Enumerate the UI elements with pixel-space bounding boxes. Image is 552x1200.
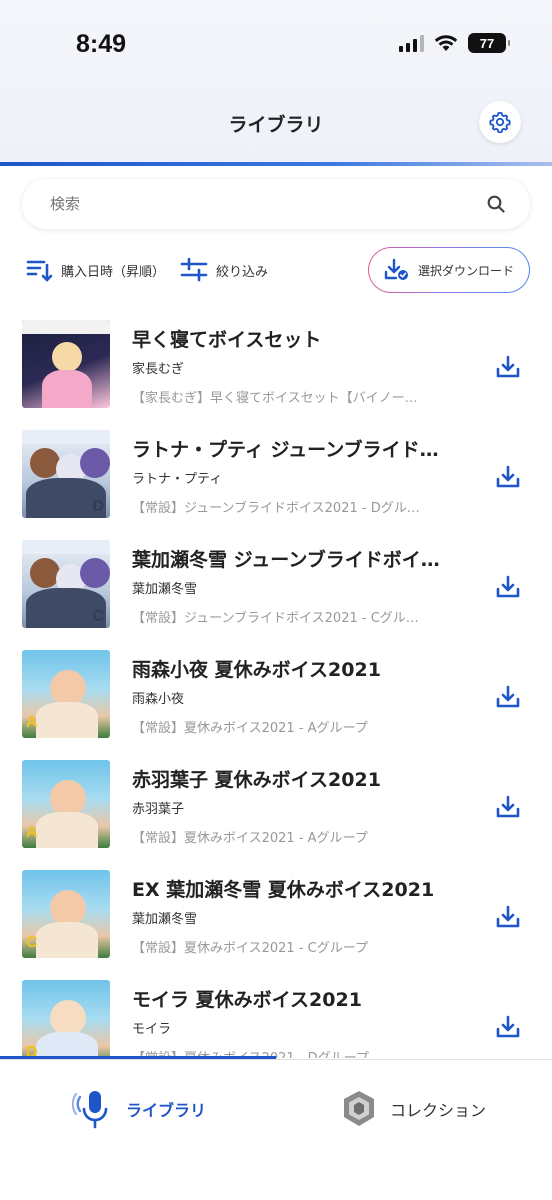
- download-button[interactable]: [494, 353, 522, 381]
- item-thumbnail: A: [22, 760, 110, 848]
- collection-badge-icon: [344, 1091, 374, 1126]
- page-title: ライブラリ: [228, 114, 324, 136]
- group-badge: A: [26, 824, 38, 841]
- item-author: 葉加瀬冬雪: [132, 582, 198, 597]
- download-icon: [496, 465, 520, 488]
- item-description: 【家長むぎ】早く寝てボイスセット【バイノー…: [132, 391, 418, 406]
- sort-button[interactable]: 購入日時（昇順）: [25, 247, 165, 293]
- sort-label: 購入日時（昇順）: [61, 264, 166, 280]
- settings-button[interactable]: [479, 101, 521, 143]
- select-download-label: 選択ダウンロード: [417, 263, 514, 278]
- download-button[interactable]: [494, 1013, 522, 1041]
- item-title: ラトナ・プティ ジューンブライド…: [132, 439, 439, 461]
- download-icon: [496, 1015, 520, 1038]
- download-icon: [496, 795, 520, 818]
- tab-library-label: ライブラリ: [126, 1101, 207, 1120]
- item-thumbnail: A: [22, 650, 110, 738]
- item-title: 雨森小夜 夏休みボイス2021: [132, 659, 381, 681]
- list-item[interactable]: A 雨森小夜 夏休みボイス2021 雨森小夜 【常設】夏休みボイス2021 - …: [0, 640, 552, 750]
- filter-label: 絞り込み: [216, 264, 269, 280]
- item-author: モイラ: [132, 1022, 172, 1037]
- search-bar[interactable]: [22, 179, 530, 229]
- list-item[interactable]: C EX 葉加瀬冬雪 夏休みボイス2021 葉加瀬冬雪 【常設】夏休みボイス20…: [0, 860, 552, 970]
- item-thumbnail: D: [22, 980, 110, 1058]
- gear-icon: [489, 111, 511, 134]
- item-thumbnail: C: [22, 870, 110, 958]
- list-item[interactable]: C 葉加瀬冬雪 ジューンブライドボイ… 葉加瀬冬雪 【常設】ジューンブライドボイ…: [0, 530, 552, 640]
- item-title: EX 葉加瀬冬雪 夏休みボイス2021: [132, 879, 435, 901]
- cellular-signal-icon: [399, 34, 424, 52]
- filter-button[interactable]: 絞り込み: [180, 247, 268, 293]
- list-item[interactable]: D ラトナ・プティ ジューンブライド… ラトナ・プティ 【常設】ジューンブライド…: [0, 420, 552, 530]
- bottom-tab-bar: ライブラリ コレクション: [0, 1059, 552, 1200]
- item-author: 赤羽葉子: [132, 802, 185, 817]
- search-input[interactable]: [50, 195, 486, 213]
- toolbar: 購入日時（昇順） 絞り込み 選択ダウンロード: [22, 247, 530, 293]
- item-thumbnail: D: [22, 430, 110, 518]
- select-download-button[interactable]: 選択ダウンロード: [368, 247, 530, 293]
- item-description: 【常設】夏休みボイス2021 - Aグループ: [132, 831, 368, 846]
- item-author: ラトナ・プティ: [132, 472, 223, 487]
- group-badge: D: [92, 498, 104, 515]
- download-icon: [496, 685, 520, 708]
- item-description: 【常設】夏休みボイス2021 - Cグループ: [132, 941, 368, 956]
- tab-library[interactable]: ライブラリ: [72, 1084, 206, 1134]
- header-divider: [0, 162, 552, 166]
- filter-sliders-icon: [180, 257, 208, 282]
- download-button[interactable]: [494, 903, 522, 931]
- download-button[interactable]: [494, 573, 522, 601]
- group-badge: A: [26, 714, 38, 731]
- download-icon: [496, 905, 520, 928]
- microphone-icon: [72, 1091, 108, 1129]
- download-icon: [496, 575, 520, 598]
- item-author: 家長むぎ: [132, 362, 185, 377]
- battery-indicator: 77: [468, 33, 510, 53]
- tab-collection-label: コレクション: [390, 1101, 487, 1120]
- item-description: 【常設】ジューンブライドボイス2021 - Dグル…: [132, 501, 420, 516]
- group-badge: C: [26, 934, 38, 951]
- list-item[interactable]: D モイラ 夏休みボイス2021 モイラ 【常設】夏休みボイス2021 - Dグ…: [0, 970, 552, 1058]
- status-time: 8:49: [76, 30, 127, 58]
- list-item[interactable]: 早く寝てボイスセット 家長むぎ 【家長むぎ】早く寝てボイスセット【バイノー…: [0, 310, 552, 420]
- search-icon[interactable]: [486, 194, 506, 214]
- sort-icon: [26, 260, 53, 282]
- status-icons: 77: [399, 33, 510, 53]
- list-item[interactable]: A 赤羽葉子 夏休みボイス2021 赤羽葉子 【常設】夏休みボイス2021 - …: [0, 750, 552, 860]
- item-description: 【常設】夏休みボイス2021 - Aグループ: [132, 721, 368, 736]
- tab-collection[interactable]: コレクション: [338, 1084, 486, 1134]
- wifi-icon: [434, 35, 458, 51]
- item-title: 早く寝てボイスセット: [132, 329, 322, 351]
- item-thumbnail: [22, 320, 110, 408]
- download-icon: [496, 355, 520, 378]
- item-thumbnail: C: [22, 540, 110, 628]
- download-check-icon: [384, 258, 408, 280]
- download-button[interactable]: [494, 793, 522, 821]
- download-button[interactable]: [494, 683, 522, 711]
- item-author: 雨森小夜: [132, 692, 185, 707]
- item-author: 葉加瀬冬雪: [132, 912, 198, 927]
- item-title: モイラ 夏休みボイス2021: [132, 989, 362, 1011]
- library-list: 早く寝てボイスセット 家長むぎ 【家長むぎ】早く寝てボイスセット【バイノー… D…: [0, 310, 552, 1058]
- download-button[interactable]: [494, 463, 522, 491]
- item-description: 【常設】ジューンブライドボイス2021 - Cグル…: [132, 611, 419, 626]
- item-title: 赤羽葉子 夏休みボイス2021: [132, 769, 381, 791]
- group-badge: C: [92, 608, 104, 625]
- item-title: 葉加瀬冬雪 ジューンブライドボイ…: [132, 549, 440, 571]
- status-bar: 8:49 77: [0, 0, 552, 95]
